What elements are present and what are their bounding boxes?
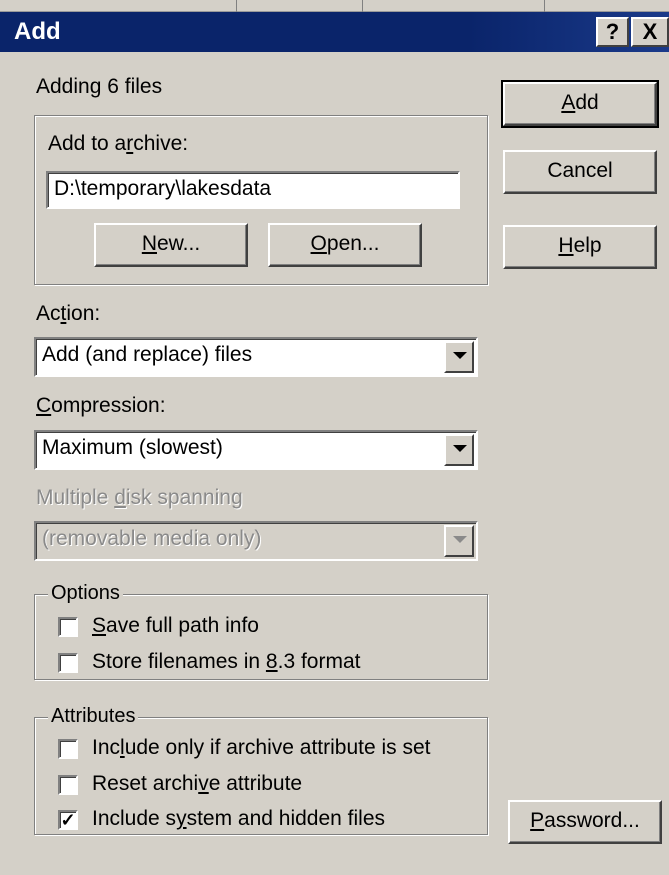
disk-spanning-label: Multiple disk spanning [36,486,243,509]
dialog-bottom-edge [0,870,669,875]
add-button[interactable]: Add [501,80,659,128]
window-title: Add [14,18,61,45]
store-83-checkbox[interactable] [58,653,78,673]
compression-selected-value: Maximum (slowest) [42,436,223,459]
action-dropdown[interactable]: Add (and replace) files [34,337,478,377]
archive-attr-label[interactable]: Include only if archive attribute is set [92,736,431,760]
chevron-down-icon[interactable] [444,341,474,373]
cancel-button[interactable]: Cancel [503,150,657,194]
save-path-label[interactable]: Save full path info [92,614,259,638]
status-text: Adding 6 files [36,75,163,98]
save-path-checkbox[interactable] [58,617,78,637]
background-window-strip [0,0,669,12]
reset-archive-label[interactable]: Reset archive attribute [92,772,302,796]
action-label: Action: [36,302,101,325]
store-83-label[interactable]: Store filenames in 8.3 format [92,650,360,674]
disk-spanning-selected-value: (removable media only) [42,527,262,550]
options-legend: Options [48,582,123,605]
archive-attr-checkbox[interactable] [58,739,78,759]
disk-spanning-dropdown: (removable media only) [34,521,478,561]
reset-archive-checkbox[interactable] [58,775,78,795]
new-archive-button[interactable]: New... [94,223,248,267]
system-hidden-checkbox[interactable]: ✓ [58,810,78,830]
strip-divider [362,0,363,12]
strip-divider [236,0,237,12]
compression-label: Compression: [36,394,166,417]
help-question-icon[interactable]: ? [596,17,629,47]
system-hidden-label[interactable]: Include system and hidden files [92,807,385,831]
chevron-down-icon [444,525,474,557]
archive-path-input[interactable]: D:\temporary\lakesdata [46,171,460,209]
attributes-legend: Attributes [48,705,139,728]
add-to-archive-label: Add to archive: [48,132,189,155]
strip-divider [544,0,545,12]
close-icon[interactable]: X [631,17,669,47]
title-bar[interactable]: Add ? X [0,12,669,52]
password-button[interactable]: Password... [508,800,662,844]
help-button[interactable]: Help [503,225,657,269]
action-selected-value: Add (and replace) files [42,343,253,366]
open-archive-button[interactable]: Open... [268,223,422,267]
chevron-down-icon[interactable] [444,434,474,466]
compression-dropdown[interactable]: Maximum (slowest) [34,430,478,470]
